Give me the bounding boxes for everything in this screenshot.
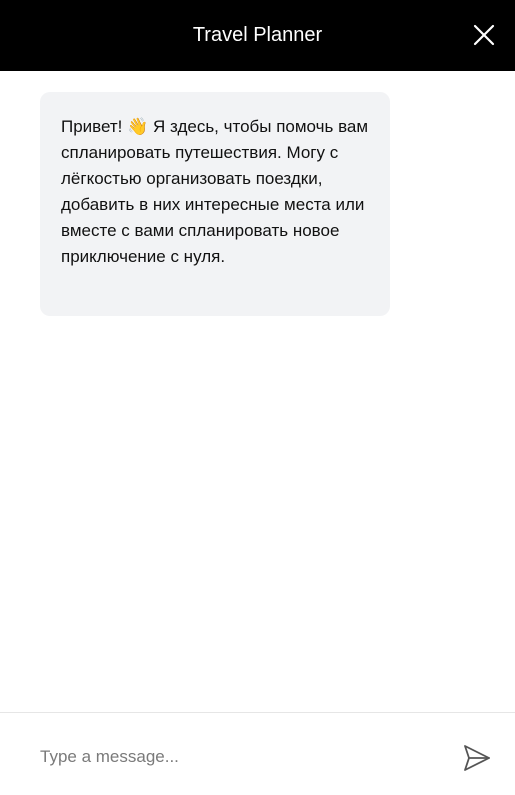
assistant-message-text: Привет! 👋 Я здесь, чтобы помочь вам спла…	[61, 117, 369, 266]
close-icon	[473, 24, 495, 46]
close-button[interactable]	[473, 24, 495, 46]
assistant-message-bubble: Привет! 👋 Я здесь, чтобы помочь вам спла…	[40, 92, 390, 316]
send-icon	[464, 745, 490, 771]
send-button[interactable]	[462, 743, 492, 773]
message-composer	[0, 712, 515, 795]
chat-window: Travel Planner Привет! 👋 Я здесь, чтобы …	[0, 0, 515, 795]
message-input[interactable]	[40, 739, 430, 775]
header-title: Travel Planner	[192, 24, 323, 46]
message-list: Привет! 👋 Я здесь, чтобы помочь вам спла…	[0, 71, 515, 712]
header-bar: Travel Planner	[0, 0, 515, 71]
